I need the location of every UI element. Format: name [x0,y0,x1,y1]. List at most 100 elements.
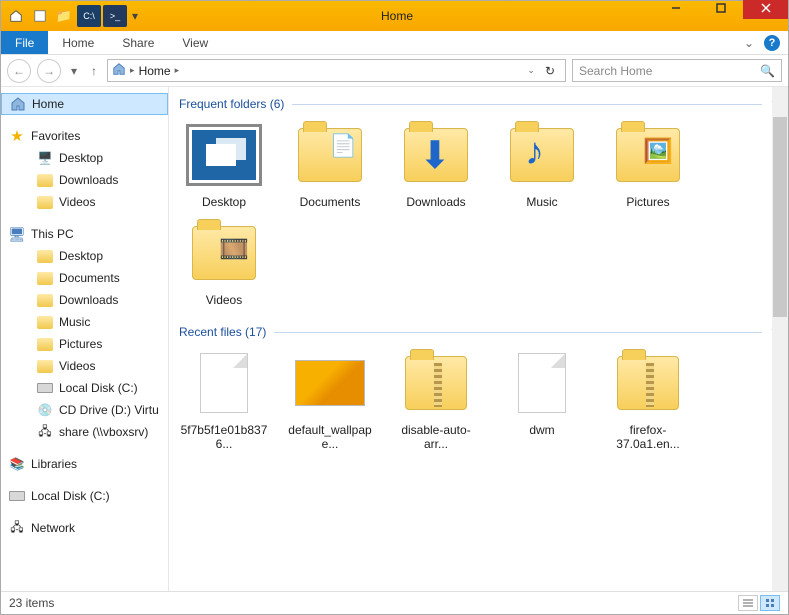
tile-documents[interactable]: 📄Documents [285,119,375,209]
nav-pc-documents[interactable]: Documents [1,267,168,289]
search-input[interactable]: Search Home 🔍 [572,59,782,82]
address-dropdown-icon[interactable]: ⌄ [527,65,535,76]
back-button[interactable]: ← [7,59,31,83]
folder-icon [37,248,53,264]
group-count: 6 [274,97,281,111]
nav-pc-music[interactable]: Music [1,311,168,333]
nav-pc-pictures[interactable]: Pictures [1,333,168,355]
qat-powershell-icon[interactable]: >_ [103,5,127,27]
tile-label: 5f7b5f1e01b8376... [179,423,269,451]
nav-pc-localdisk[interactable]: Local Disk (C:) [1,377,168,399]
nav-this-pc[interactable]: 🖥 This PC [1,223,168,245]
qat-dropdown-icon[interactable]: ▾ [129,5,141,27]
nav-pc-downloads[interactable]: Downloads [1,289,168,311]
nav-favorites[interactable]: ★ Favorites [1,125,168,147]
chevron-icon[interactable]: ▸ [175,65,180,76]
image-thumbnail [295,360,365,406]
help-icon[interactable]: ? [764,35,780,51]
tile-label: Desktop [202,195,246,209]
tab-share[interactable]: Share [108,31,168,54]
folder-icon [37,292,53,308]
nav-pc-videos[interactable]: Videos [1,355,168,377]
libraries-icon: 📚 [9,456,25,472]
qat-new-folder-icon[interactable]: 📁 [53,5,75,27]
item-count: 23 items [9,596,54,610]
home-icon [112,62,126,79]
up-button[interactable]: ↑ [87,64,101,78]
chevron-icon[interactable]: ▸ [130,65,135,76]
folder-icon [37,194,53,210]
folder-icon: ⬇ [404,128,468,182]
tile-music[interactable]: ♪Music [497,119,587,209]
tile-videos[interactable]: 🎞️Videos [179,217,269,307]
window-controls [653,1,788,31]
nav-favorites-videos[interactable]: Videos [1,191,168,213]
minimize-button[interactable] [653,0,698,19]
nav-label: Network [31,521,75,535]
nav-label: Music [59,315,90,329]
tile-image[interactable]: default_wallpape... [285,347,375,451]
breadcrumb[interactable]: ▸ Home ▸ ⌄ ↻ [107,59,566,82]
nav-favorites-desktop[interactable]: 🖥️ Desktop [1,147,168,169]
star-icon: ★ [9,128,25,144]
qat-properties-icon[interactable] [29,5,51,27]
tab-view[interactable]: View [168,31,222,54]
forward-button[interactable]: → [37,59,61,83]
breadcrumb-segment[interactable]: Home [139,64,171,78]
nav-label: Desktop [59,151,103,165]
nav-pc-cddrive[interactable]: 💿CD Drive (D:) Virtu [1,399,168,421]
maximize-button[interactable] [698,0,743,19]
frequent-grid: Desktop 📄Documents ⬇Downloads ♪Music 🖼️P… [179,119,778,307]
ribbon: File Home Share View ⌄ ? [1,31,788,55]
desktop-icon: 🖥️ [37,150,53,166]
ribbon-expand-icon[interactable]: ⌄ [744,36,754,50]
drive-icon [37,380,53,396]
details-view-button[interactable] [738,595,758,611]
tab-home[interactable]: Home [48,31,108,54]
nav-label: Libraries [31,457,77,471]
nav-favorites-downloads[interactable]: Downloads [1,169,168,191]
status-bar: 23 items [1,591,788,613]
folder-icon: 🎞️ [192,226,256,280]
nav-localdisk[interactable]: Local Disk (C:) [1,485,168,507]
group-recent-header[interactable]: Recent files (17) ⌃ [179,325,778,339]
file-tab[interactable]: File [1,31,48,54]
address-bar: ← → ▾ ↑ ▸ Home ▸ ⌄ ↻ Search Home 🔍 [1,55,788,87]
nav-network[interactable]: 🖧Network [1,517,168,539]
tile-file[interactable]: dwm [497,347,587,451]
refresh-button[interactable]: ↻ [539,64,561,78]
nav-label: This PC [31,227,74,241]
recent-locations-button[interactable]: ▾ [67,64,81,78]
tile-label: dwm [529,423,554,437]
explorer-body: Home ★ Favorites 🖥️ Desktop Downloads Vid… [1,87,788,591]
folder-icon [37,314,53,330]
nav-label: share (\\vboxsrv) [59,425,148,439]
tile-zip[interactable]: disable-auto-arr... [391,347,481,451]
tile-label: default_wallpape... [285,423,375,451]
nav-label: Downloads [59,293,118,307]
tile-downloads[interactable]: ⬇Downloads [391,119,481,209]
close-button[interactable] [743,0,788,19]
home-icon [10,96,26,112]
folder-icon: ♪ [510,128,574,182]
search-placeholder: Search Home [579,64,652,78]
quick-access-toolbar: 📁 C:\ >_ ▾ [5,5,141,27]
nav-label: Home [32,97,64,111]
scrollbar-thumb[interactable] [773,117,787,317]
qat-command-icon[interactable]: C:\ [77,5,101,27]
pc-icon: 🖥 [9,226,25,242]
nav-pc-share[interactable]: 🖧share (\\vboxsrv) [1,421,168,443]
qat-home-icon[interactable] [5,5,27,27]
folder-icon: 📄 [298,128,362,182]
nav-home[interactable]: Home [1,93,168,115]
nav-libraries[interactable]: 📚 Libraries [1,453,168,475]
nav-label: Local Disk (C:) [59,381,138,395]
scrollbar[interactable] [772,87,788,591]
tile-desktop[interactable]: Desktop [179,119,269,209]
tile-pictures[interactable]: 🖼️Pictures [603,119,693,209]
group-frequent-header[interactable]: Frequent folders (6) ⌃ [179,97,778,111]
tile-file[interactable]: 5f7b5f1e01b8376... [179,347,269,451]
nav-pc-desktop[interactable]: Desktop [1,245,168,267]
tile-zip[interactable]: firefox-37.0a1.en... [603,347,693,451]
icons-view-button[interactable] [760,595,780,611]
